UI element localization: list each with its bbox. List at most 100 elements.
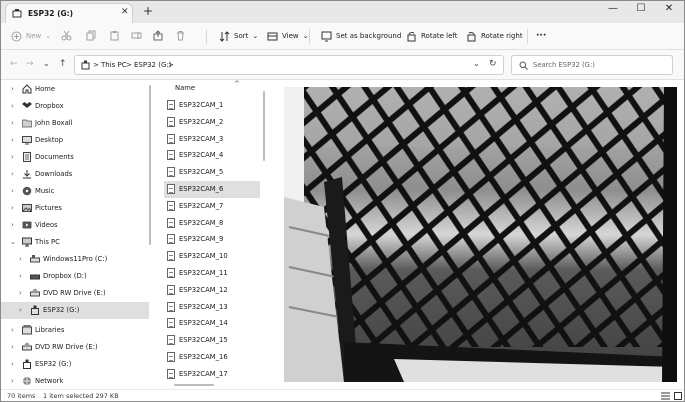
sidebar-item-downloads[interactable]: › Downloads bbox=[1, 166, 149, 183]
expand-chevron-icon[interactable]: › bbox=[19, 306, 22, 314]
expand-chevron-icon[interactable]: › bbox=[11, 204, 14, 212]
dvd-icon bbox=[22, 342, 32, 351]
more-options-button[interactable]: ··· bbox=[536, 29, 546, 43]
expand-chevron-icon[interactable]: › bbox=[11, 136, 14, 144]
sidebar-item-label: DVD RW Drive (E:) bbox=[35, 343, 98, 351]
paste-icon[interactable] bbox=[109, 30, 120, 41]
set-as-background-button[interactable]: Set as background bbox=[321, 29, 401, 43]
sidebar-item-windows11pro-c[interactable]: › Windows11Pro (C:) bbox=[1, 251, 149, 268]
sidebar-item-esp32-g[interactable]: › ESP32 (G:) bbox=[1, 302, 149, 319]
rotate-right-button[interactable]: Rotate right bbox=[466, 29, 523, 43]
sidebar-item-network[interactable]: › Network bbox=[1, 373, 149, 390]
sidebar-item-john-boxall[interactable]: › John Boxall bbox=[1, 115, 149, 132]
refresh-icon[interactable]: ↻ bbox=[489, 59, 497, 69]
separator bbox=[206, 29, 207, 44]
tiles-view-icon[interactable] bbox=[674, 392, 682, 400]
sidebar-item-home[interactable]: › Home bbox=[1, 81, 149, 98]
close-button[interactable]: ✕ bbox=[659, 3, 679, 19]
expand-chevron-icon[interactable]: › bbox=[19, 255, 22, 263]
file-row[interactable]: ESP32CAM_7 bbox=[164, 198, 260, 215]
delete-icon[interactable] bbox=[175, 30, 186, 41]
expand-chevron-icon[interactable]: › bbox=[19, 289, 22, 297]
filelist-scrollbar[interactable] bbox=[263, 91, 265, 161]
maximize-button[interactable]: ☐ bbox=[631, 3, 651, 19]
file-row[interactable]: ESP32CAM_6 bbox=[164, 181, 260, 198]
sidebar-item-dvd-rw-drive-e[interactable]: › DVD RW Drive (E:) bbox=[1, 285, 149, 302]
new-button[interactable]: New ⌄ bbox=[11, 29, 51, 43]
sidebar-item-dropbox-d[interactable]: › Dropbox (D:) bbox=[1, 268, 149, 285]
sort-button[interactable]: Sort ⌄ bbox=[219, 29, 258, 43]
tab-esp32[interactable]: ESP32 (G:) ✕ bbox=[5, 3, 133, 23]
sidebar-item-music[interactable]: › Music bbox=[1, 183, 149, 200]
file-explorer-window: ESP32 (G:) ✕ + — ☐ ✕ New ⌄ Sort ⌄ View ⌄ bbox=[0, 0, 685, 402]
collapse-chevron-icon[interactable]: ⌄ bbox=[10, 238, 16, 246]
expand-chevron-icon[interactable]: › bbox=[11, 170, 14, 178]
file-name: ESP32CAM_1 bbox=[179, 101, 224, 109]
file-row[interactable]: ESP32CAM_13 bbox=[164, 299, 260, 316]
search-input[interactable]: Search ESP32 (G:) bbox=[511, 55, 673, 75]
libraries-icon bbox=[22, 325, 32, 335]
image-file-icon bbox=[167, 335, 175, 346]
file-row[interactable]: ESP32CAM_9 bbox=[164, 231, 260, 248]
sidebar-item-this-pc[interactable]: ⌄ This PC bbox=[1, 234, 149, 251]
tab-close-button[interactable]: ✕ bbox=[121, 7, 129, 17]
file-row[interactable]: ESP32CAM_4 bbox=[164, 147, 260, 164]
recent-locations-chevron-icon[interactable]: ⌄ bbox=[43, 59, 50, 68]
file-row[interactable]: ESP32CAM_2 bbox=[164, 114, 260, 131]
sidebar-item-libraries[interactable]: › Libraries bbox=[1, 322, 149, 339]
file-name: ESP32CAM_16 bbox=[179, 353, 228, 361]
sidebar-scrollbar[interactable] bbox=[149, 85, 151, 245]
back-arrow-icon[interactable]: ← bbox=[10, 59, 18, 69]
details-view-icon[interactable] bbox=[661, 392, 670, 400]
sidebar-item-pictures[interactable]: › Pictures bbox=[1, 200, 149, 217]
expand-chevron-icon[interactable]: › bbox=[11, 102, 14, 110]
image-file-icon bbox=[167, 318, 175, 329]
expand-chevron-icon[interactable]: › bbox=[11, 360, 14, 368]
sidebar-item-esp32-g-2[interactable]: › ESP32 (G:) bbox=[1, 356, 149, 373]
sidebar-item-dropbox[interactable]: › Dropbox bbox=[1, 98, 149, 115]
expand-chevron-icon[interactable]: › bbox=[11, 221, 14, 229]
selection-info: 1 item selected 297 KB bbox=[43, 392, 119, 400]
minimize-button[interactable]: — bbox=[603, 3, 623, 19]
sidebar-item-desktop[interactable]: › Desktop bbox=[1, 132, 149, 149]
expand-chevron-icon[interactable]: › bbox=[11, 153, 14, 161]
sidebar-item-videos[interactable]: › Videos bbox=[1, 217, 149, 234]
file-row[interactable]: ESP32CAM_3 bbox=[164, 131, 260, 148]
file-row[interactable]: ESP32CAM_15 bbox=[164, 332, 260, 349]
breadcrumb-esp32[interactable]: ESP32 (G:) bbox=[134, 61, 171, 69]
up-arrow-icon[interactable]: ↑ bbox=[59, 59, 67, 69]
expand-chevron-icon[interactable]: › bbox=[11, 187, 14, 195]
view-button[interactable]: View ⌄ bbox=[267, 29, 309, 43]
address-bar[interactable]: > This PC > ESP32 (G:) > ⌄ ↻ bbox=[74, 55, 504, 75]
copy-icon[interactable] bbox=[86, 30, 97, 41]
file-row[interactable]: ESP32CAM_10 bbox=[164, 248, 260, 265]
rotate-left-button[interactable]: Rotate left bbox=[406, 29, 457, 43]
cut-icon[interactable] bbox=[61, 30, 72, 41]
file-row[interactable]: ESP32CAM_16 bbox=[164, 349, 260, 366]
rename-icon[interactable] bbox=[131, 30, 142, 41]
file-row[interactable]: ESP32CAM_5 bbox=[164, 164, 260, 181]
address-dropdown-chevron-icon[interactable]: ⌄ bbox=[473, 59, 480, 68]
sidebar-item-documents[interactable]: › Documents bbox=[1, 149, 149, 166]
expand-chevron-icon[interactable]: › bbox=[11, 377, 14, 385]
sidebar-item-label: ESP32 (G:) bbox=[35, 360, 72, 368]
forward-arrow-icon[interactable]: → bbox=[26, 59, 34, 69]
expand-chevron-icon[interactable]: › bbox=[19, 272, 22, 280]
expand-chevron-icon[interactable]: › bbox=[11, 343, 14, 351]
new-tab-button[interactable]: + bbox=[143, 4, 153, 18]
share-icon[interactable] bbox=[153, 30, 164, 41]
file-row[interactable]: ESP32CAM_1 bbox=[164, 97, 260, 114]
expand-chevron-icon[interactable]: › bbox=[11, 326, 14, 334]
file-row[interactable]: ESP32CAM_11 bbox=[164, 265, 260, 282]
breadcrumb-this-pc[interactable]: This PC bbox=[101, 61, 127, 69]
file-row[interactable]: ESP32CAM_17 bbox=[164, 366, 260, 383]
file-row[interactable]: ESP32CAM_12 bbox=[164, 282, 260, 299]
file-row[interactable]: ESP32CAM_14 bbox=[164, 315, 260, 332]
file-row[interactable]: ESP32CAM_8 bbox=[164, 215, 260, 232]
filelist-horizontal-scrollbar[interactable] bbox=[174, 384, 214, 386]
sidebar-item-label: Pictures bbox=[35, 204, 62, 212]
expand-chevron-icon[interactable]: › bbox=[11, 119, 14, 127]
expand-chevron-icon[interactable]: › bbox=[11, 85, 14, 93]
sidebar-item-dvd-rw-drive-e-2[interactable]: › DVD RW Drive (E:) bbox=[1, 339, 149, 356]
column-header-name[interactable]: Name bbox=[175, 84, 195, 92]
